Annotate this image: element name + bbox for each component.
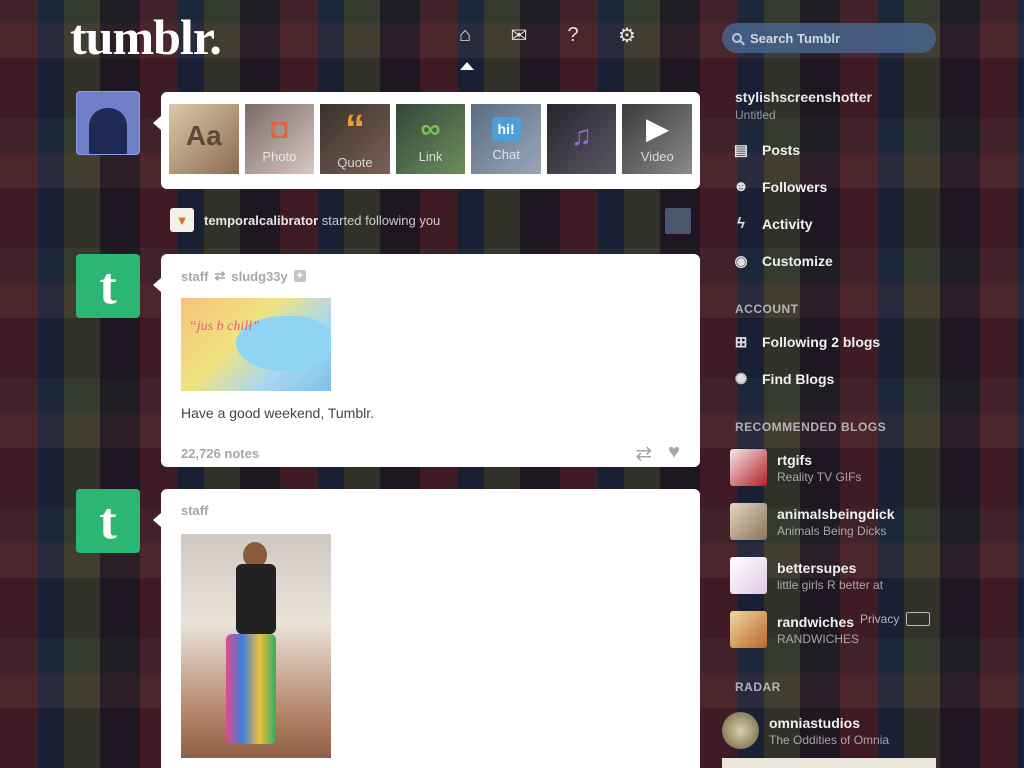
notification-thumbnail[interactable] [665, 208, 691, 234]
sidebar-item-find-blogs[interactable]: ✺ Find Blogs [732, 370, 835, 388]
following-icon: ⊞ [734, 334, 748, 351]
post-actions: ⇄ ♥ [635, 441, 680, 466]
reblog-icon[interactable]: ⇄ [635, 441, 652, 466]
dancer-legs [226, 634, 276, 744]
camera-icon: ◘ [270, 112, 288, 144]
like-heart-icon[interactable]: ♥ [668, 441, 680, 466]
notification-text: started following you [321, 212, 441, 228]
user-avatar[interactable] [76, 91, 140, 155]
blog-avatar [730, 611, 767, 648]
follow-plus-icon[interactable]: + [293, 270, 306, 282]
radar-blog[interactable]: omniastudios The Oddities of Omnia [722, 712, 889, 749]
text-icon: Aa [185, 120, 222, 151]
recommended-blog[interactable]: randwiches RANDWICHES [730, 611, 859, 648]
video-camera-icon: ▶ [646, 112, 669, 144]
post-type-video[interactable]: ▶ Video [622, 104, 693, 174]
notes-count[interactable]: 22,726 notes [181, 446, 259, 461]
sidebar-item-posts[interactable]: ▤ Posts [732, 141, 800, 159]
default-avatar-silhouette [89, 108, 127, 154]
staff-avatar[interactable]: t [76, 489, 140, 553]
followers-icon: ☻ [733, 178, 749, 195]
notification-avatar[interactable]: ▼ [170, 208, 194, 232]
follow-notification: ▼ temporalcalibrator started following y… [170, 208, 440, 232]
reblog-source-link[interactable]: sludg33y [231, 269, 287, 284]
settings-icon[interactable]: ⚙ [614, 22, 640, 48]
top-nav: ⌂ ✉ ? ⚙ [452, 22, 640, 48]
customize-icon: ◉ [734, 253, 748, 270]
staff-avatar[interactable]: t [76, 254, 140, 318]
post-composer: Aa ◘ Photo “ Quote ∞ Link hi! Chat ♫ ▶ V… [161, 92, 700, 189]
recommended-heading: RECOMMENDED BLOGS [735, 420, 887, 434]
blog-avatar [730, 557, 767, 594]
post-body-text: Have a good weekend, Tumblr. [181, 405, 375, 421]
keyboard-icon[interactable] [906, 612, 930, 626]
posts-icon: ▤ [733, 142, 749, 159]
post-pointer [153, 278, 161, 292]
recommended-blog[interactable]: animalsbeingdick Animals Being Dicks [730, 503, 894, 540]
post-type-text[interactable]: Aa [169, 104, 239, 174]
sidebar-item-following[interactable]: ⊞ Following 2 blogs [732, 333, 881, 351]
post-pointer [153, 513, 161, 527]
find-blogs-icon: ✺ [734, 371, 748, 388]
search-bar[interactable] [722, 23, 936, 53]
quote-icon: “ [344, 106, 365, 151]
blog-avatar [730, 449, 767, 486]
composer-pointer [153, 116, 161, 130]
post-author-link[interactable]: staff [181, 503, 208, 518]
home-icon[interactable]: ⌂ [452, 22, 478, 48]
blog-avatar [722, 712, 759, 749]
tumblr-logo[interactable]: tumblr. [70, 8, 222, 66]
link-icon: ∞ [420, 112, 441, 144]
post-type-chat[interactable]: hi! Chat [471, 104, 541, 174]
sidebar-blog-name[interactable]: stylishscreenshotter [735, 89, 872, 105]
post-header: staff ⇄ sludg33y + [181, 268, 680, 284]
reblog-small-icon: ⇄ [214, 268, 226, 283]
account-heading: ACCOUNT [735, 302, 799, 316]
radar-post-preview[interactable] [722, 758, 936, 768]
search-input[interactable] [750, 30, 920, 46]
image-caption-text: “jus b chill” [189, 319, 260, 334]
post-type-quote[interactable]: “ Quote [320, 104, 390, 174]
sidebar-item-customize[interactable]: ◉ Customize [732, 252, 832, 270]
post-type-audio[interactable]: ♫ [546, 104, 617, 174]
post-image-dancer[interactable] [181, 534, 331, 758]
help-icon[interactable]: ? [560, 22, 586, 48]
headphones-icon: ♫ [571, 120, 593, 151]
post-card: staff ⇄ sludg33y + “jus b chill” Have a … [161, 254, 700, 467]
post-footer: 22,726 notes ⇄ ♥ [181, 441, 680, 466]
recommended-blog[interactable]: bettersupes little girls R better at [730, 557, 883, 594]
search-icon [732, 33, 742, 43]
activity-icon: ϟ [737, 215, 745, 232]
nav-active-caret [460, 62, 474, 70]
post-card: staff [161, 489, 700, 768]
recommended-blog[interactable]: rtgifs Reality TV GIFs [730, 449, 861, 486]
post-type-photo[interactable]: ◘ Photo [244, 104, 315, 174]
post-type-link[interactable]: ∞ Link [395, 104, 466, 174]
inbox-icon[interactable]: ✉ [506, 22, 532, 48]
notification-user-link[interactable]: temporalcalibrator [204, 213, 318, 228]
blog-avatar [730, 503, 767, 540]
radar-heading: RADAR [735, 680, 781, 694]
dancer-torso [236, 564, 276, 634]
privacy-link[interactable]: Privacy [860, 612, 899, 626]
post-image-dolphin[interactable]: “jus b chill” [181, 298, 331, 391]
sidebar-item-activity[interactable]: ϟ Activity [732, 215, 813, 232]
post-header: staff [181, 503, 680, 518]
sidebar-item-followers[interactable]: ☻ Followers [732, 178, 827, 195]
chat-icon: hi! [491, 116, 521, 141]
sidebar-blog-subtitle: Untitled [735, 108, 776, 122]
post-author-link[interactable]: staff [181, 269, 208, 284]
